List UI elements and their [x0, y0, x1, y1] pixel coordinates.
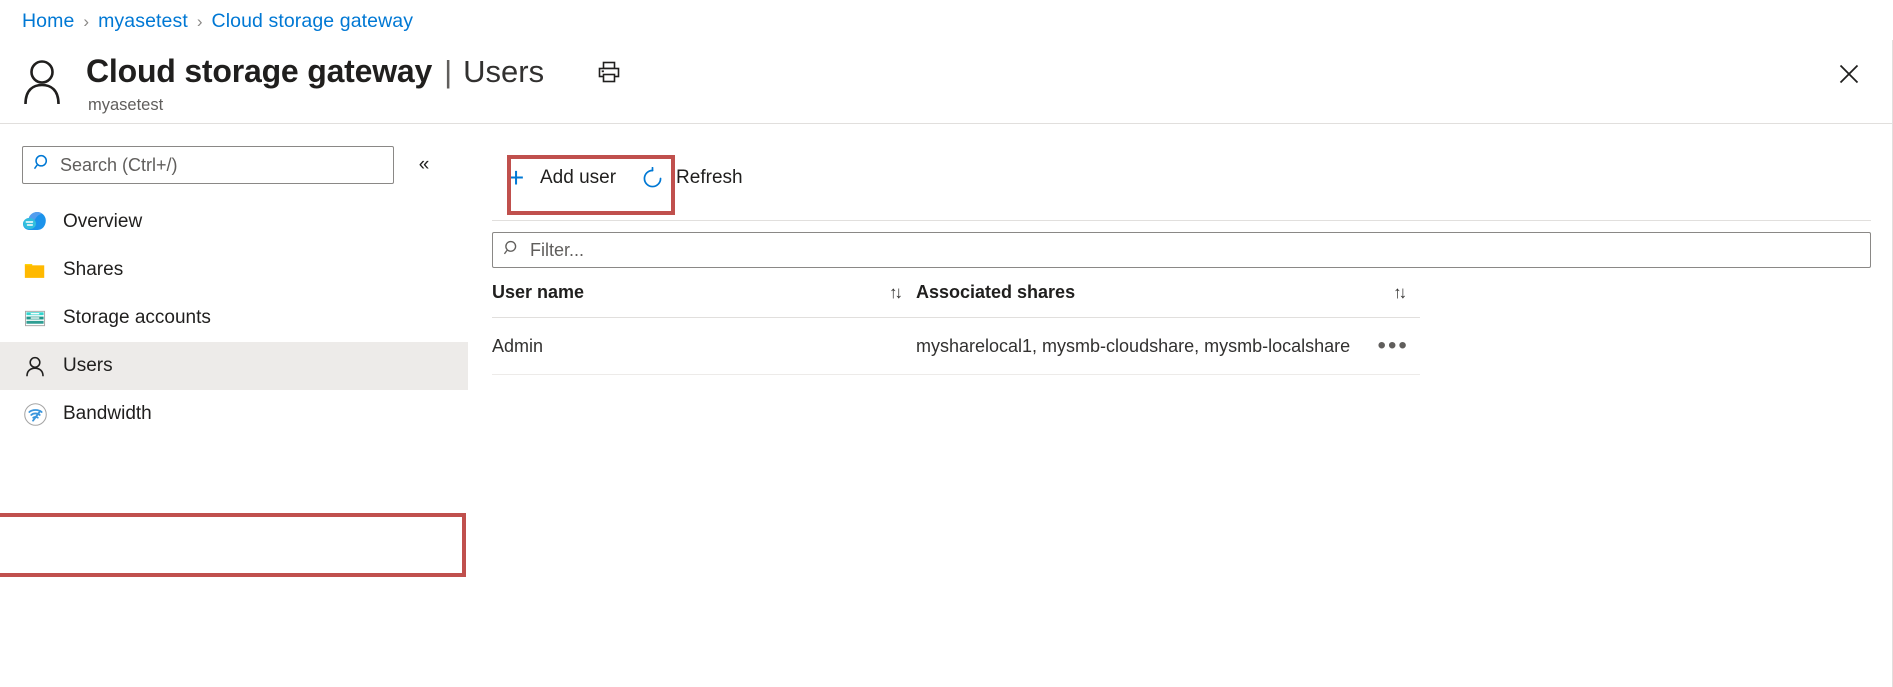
breadcrumb-item-myasetest[interactable]: myasetest — [98, 10, 188, 33]
sidebar-item-label: Shares — [63, 259, 124, 280]
sidebar-item-storage-accounts[interactable]: Storage accounts — [0, 294, 468, 342]
breadcrumb-separator-icon: › — [83, 11, 90, 31]
column-header-label: Associated shares — [916, 282, 1076, 302]
command-toolbar: + Add user Refresh — [468, 156, 755, 200]
collapse-sidebar-icon[interactable]: « — [410, 151, 438, 179]
filter-input-container[interactable] — [492, 232, 1871, 268]
sidebar-item-label: Users — [63, 355, 113, 376]
person-icon — [20, 56, 64, 105]
blade-sidebar: « Overview — [0, 124, 468, 687]
column-header-user-name[interactable]: User name ↑↓ — [492, 282, 916, 318]
breadcrumb-item-home[interactable]: Home — [22, 10, 74, 33]
sidebar-search-row: « — [22, 146, 438, 184]
page-title-resource: Cloud storage gateway — [86, 53, 433, 89]
cell-actions: ••• — [1350, 317, 1421, 375]
cell-user-name: Admin — [492, 317, 916, 375]
toolbar-divider — [492, 220, 1871, 221]
filter-input[interactable] — [530, 239, 1870, 261]
refresh-label: Refresh — [676, 167, 743, 188]
breadcrumb-separator-icon: › — [196, 11, 203, 31]
close-icon[interactable] — [1829, 54, 1869, 94]
search-icon — [503, 239, 521, 262]
sort-icon[interactable]: ↑↓ — [889, 283, 903, 303]
sidebar-item-label: Bandwidth — [63, 403, 152, 424]
page-subtitle: myasetest — [88, 96, 164, 114]
column-header-associated-shares[interactable]: Associated shares ↑↓ — [916, 282, 1421, 318]
sidebar-item-bandwidth[interactable]: Bandwidth — [0, 390, 468, 438]
sidebar-item-overview[interactable]: Overview — [0, 198, 468, 246]
add-user-button[interactable]: + Add user — [492, 156, 628, 200]
plus-icon: + — [507, 162, 525, 193]
search-input-container[interactable] — [22, 146, 394, 184]
table-row[interactable]: Admin mysharelocal1, mysmb-cloudshare, m… — [492, 317, 1421, 375]
sidebar-item-shares[interactable]: Shares — [0, 246, 468, 294]
sort-icon[interactable]: ↑↓ — [1393, 283, 1407, 303]
page-title-section: Users — [463, 53, 545, 89]
table-header-row: User name ↑↓ Associated shares ↑↓ — [492, 282, 1421, 318]
sidebar-nav-list: Overview Shares Storage accounts Users B… — [0, 198, 468, 438]
search-icon — [33, 153, 52, 177]
sidebar-item-label: Overview — [63, 211, 143, 232]
page-title-separator: | — [444, 54, 453, 89]
breadcrumb: Home › myasetest › Cloud storage gateway — [22, 6, 413, 36]
breadcrumb-item-cloud-storage-gateway[interactable]: Cloud storage gateway — [212, 10, 414, 33]
page-title: Cloud storage gateway | Users — [86, 53, 626, 90]
cloud-icon — [22, 209, 48, 235]
person-icon — [22, 353, 48, 379]
row-context-menu-icon[interactable]: ••• — [1376, 333, 1410, 359]
column-header-label: User name — [492, 282, 585, 302]
print-icon[interactable] — [592, 55, 626, 89]
users-content-pane: + Add user Refresh Filter... User name ↑… — [468, 124, 1893, 687]
users-table: User name ↑↓ Associated shares ↑↓ Admin — [492, 282, 1421, 375]
folder-icon — [22, 257, 48, 283]
search-input[interactable] — [60, 154, 370, 176]
sidebar-item-label: Storage accounts — [63, 307, 211, 328]
bandwidth-icon — [22, 401, 48, 427]
sidebar-item-users[interactable]: Users — [0, 342, 468, 390]
users-nav-highlight-annotation — [0, 513, 466, 577]
refresh-button[interactable]: Refresh — [628, 156, 755, 200]
blade-header: Cloud storage gateway | Users myasetest — [0, 40, 1893, 123]
refresh-icon — [640, 166, 664, 190]
cell-associated-shares: mysharelocal1, mysmb-cloudshare, mysmb-l… — [916, 317, 1351, 375]
azure-portal-blade: Home › myasetest › Cloud storage gateway… — [0, 0, 1893, 687]
storage-account-icon — [22, 305, 48, 331]
add-user-label: Add user — [540, 167, 617, 188]
